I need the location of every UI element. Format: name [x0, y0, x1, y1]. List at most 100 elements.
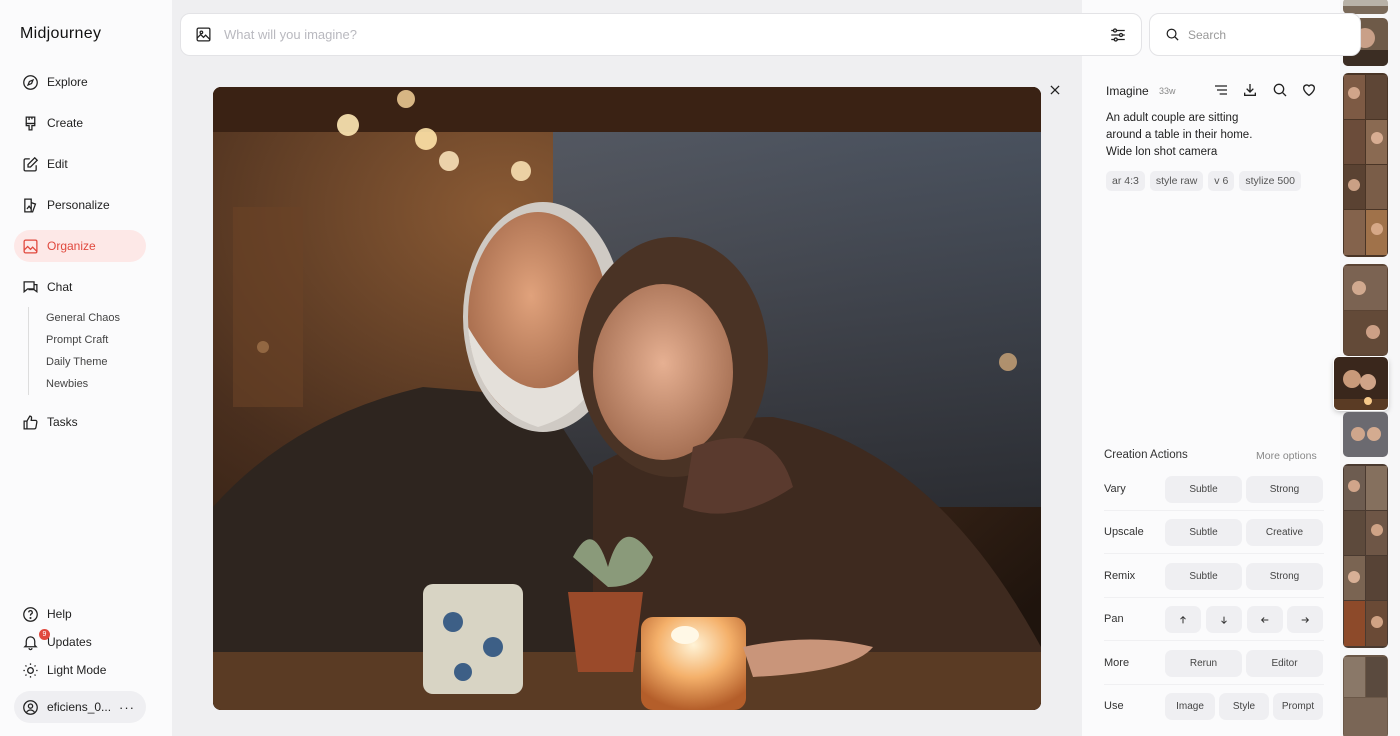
prompt-text[interactable]: An adult couple are sitting around a tab… — [1106, 110, 1276, 161]
divider — [1104, 597, 1324, 598]
nav-create[interactable]: Create — [14, 107, 146, 139]
nav-label: Explore — [47, 75, 88, 89]
thumbnail[interactable] — [1343, 73, 1388, 257]
brush-icon — [25, 115, 36, 131]
vary-strong-button[interactable]: Strong — [1246, 476, 1323, 503]
close-icon[interactable] — [1048, 83, 1062, 97]
param-tag[interactable]: style raw — [1149, 171, 1204, 191]
nav-label: Chat — [47, 280, 73, 294]
sun-icon — [23, 662, 38, 678]
action-row-label: Pan — [1104, 613, 1124, 625]
generated-image-render — [213, 87, 1041, 710]
param-tag[interactable]: v 6 — [1208, 171, 1235, 191]
username: eficiens_0... — [47, 700, 112, 714]
chat-room-item[interactable]: General Chaos — [46, 307, 120, 329]
use-image-button[interactable]: Image — [1165, 693, 1215, 720]
vary-subtle-button[interactable]: Subtle — [1165, 476, 1242, 503]
pan-left-button[interactable] — [1247, 606, 1283, 633]
thumbnail-image — [1343, 655, 1388, 736]
chat-room-item[interactable]: Prompt Craft — [46, 329, 120, 351]
thumbs-up-icon — [23, 414, 38, 430]
arrow-left-icon — [1260, 616, 1269, 623]
thumbnail-image — [1334, 357, 1388, 410]
job-type: Imagine — [1106, 84, 1149, 98]
pencil-square-icon — [23, 156, 39, 172]
prompt-input[interactable]: What will you imagine? — [224, 27, 1109, 42]
nav-explore[interactable]: Explore — [14, 66, 146, 98]
nav-label: Edit — [47, 157, 68, 171]
rerun-button[interactable]: Rerun — [1165, 650, 1242, 677]
chat-bubble-icon — [23, 280, 38, 293]
upscale-subtle-button[interactable]: Subtle — [1165, 519, 1242, 546]
thumbnail-image — [1343, 464, 1388, 648]
search-icon — [1166, 28, 1179, 41]
pan-up-button[interactable] — [1165, 606, 1201, 633]
editor-button[interactable]: Editor — [1246, 650, 1323, 677]
pan-right-button[interactable] — [1287, 606, 1323, 633]
more-options-link[interactable]: More options — [1256, 450, 1317, 462]
thumbnail[interactable] — [1343, 412, 1388, 457]
param-tag[interactable]: stylize 500 — [1239, 171, 1301, 191]
nav-label: Personalize — [47, 198, 110, 212]
use-style-button[interactable]: Style — [1219, 693, 1269, 720]
parameter-tags: ar 4:3 style raw v 6 stylize 500 — [1106, 171, 1301, 191]
arrow-down-icon — [1221, 616, 1227, 624]
user-profile-button[interactable]: eficiens_0... ··· — [14, 691, 146, 723]
chat-room-item[interactable]: Daily Theme — [46, 351, 120, 373]
bell-icon — [23, 635, 38, 650]
app-window: Midjourney Explore Create Edit Personali… — [0, 0, 1400, 736]
nav-label: Organize — [47, 239, 96, 253]
thumbnail-selected[interactable] — [1334, 357, 1388, 410]
heart-icon[interactable] — [1301, 82, 1317, 98]
remix-strong-button[interactable]: Strong — [1246, 563, 1323, 590]
nav-organize[interactable]: Organize — [14, 230, 146, 262]
prompt-bar[interactable]: What will you imagine? — [180, 13, 1142, 56]
thumbnail-image — [1343, 264, 1388, 356]
nav-chat[interactable]: Chat — [14, 271, 146, 303]
sidebar: Midjourney Explore Create Edit Personali… — [0, 0, 172, 736]
thumbnail[interactable] — [1343, 464, 1388, 648]
search-box[interactable]: Search — [1149, 13, 1361, 56]
thumbnail-image — [1343, 73, 1388, 257]
nav-edit[interactable]: Edit — [14, 148, 146, 180]
download-icon[interactable] — [1242, 82, 1258, 98]
search-input[interactable]: Search — [1188, 28, 1226, 42]
image-icon[interactable] — [195, 26, 212, 43]
thumbnail[interactable] — [1343, 264, 1388, 356]
param-tag[interactable]: ar 4:3 — [1106, 171, 1145, 191]
nav-light-mode[interactable]: Light Mode — [14, 654, 146, 686]
divider — [1104, 640, 1324, 641]
thumbnail[interactable] — [1343, 655, 1388, 736]
user-menu-dots[interactable]: ··· — [119, 700, 135, 715]
nav-label: Light Mode — [47, 663, 107, 677]
settings-sliders-icon[interactable] — [1109, 26, 1127, 44]
thumbnail-image — [1343, 0, 1388, 14]
nav-personalize[interactable]: Personalize — [14, 189, 146, 221]
nav-tasks[interactable]: Tasks — [14, 406, 146, 438]
nav-label: Tasks — [47, 415, 78, 429]
pan-down-button[interactable] — [1206, 606, 1242, 633]
divider — [1104, 684, 1324, 685]
remix-subtle-button[interactable]: Subtle — [1165, 563, 1242, 590]
thumbnail[interactable] — [1343, 0, 1388, 14]
use-prompt-button[interactable]: Prompt — [1273, 693, 1323, 720]
help-circle-icon — [23, 606, 38, 622]
action-row-label: Remix — [1104, 570, 1136, 582]
nav-label: Updates — [47, 635, 92, 649]
brand-logo[interactable]: Midjourney — [20, 25, 101, 43]
upscale-creative-button[interactable]: Creative — [1246, 519, 1323, 546]
zoom-search-icon[interactable] — [1272, 82, 1288, 98]
divider — [1104, 553, 1324, 554]
compass-icon — [23, 74, 38, 90]
image-viewer: What will you imagine? — [172, 0, 1142, 736]
thumbnail-strip — [1334, 0, 1400, 736]
generated-image[interactable] — [213, 87, 1041, 710]
personalize-icon — [24, 197, 37, 213]
chat-room-item[interactable]: Newbies — [46, 373, 120, 395]
action-row-label: Upscale — [1104, 526, 1144, 538]
user-avatar-icon — [23, 699, 38, 715]
creation-actions-title: Creation Actions — [1104, 449, 1188, 461]
action-row-label: Vary — [1104, 483, 1126, 495]
image-folder-icon — [23, 238, 38, 254]
list-filter-icon[interactable] — [1213, 82, 1229, 98]
